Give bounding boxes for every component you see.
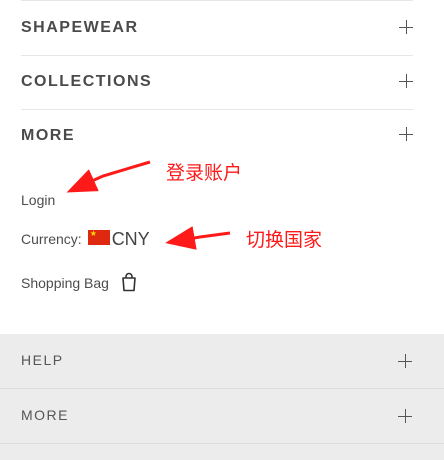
accordion-help[interactable]: HELP	[0, 334, 444, 389]
mobile-menu-panel: SHAPEWEAR COLLECTIONS MORE Login Currenc…	[0, 0, 444, 334]
accordion-label: HELP	[21, 352, 64, 368]
annotation-currency: 切换国家	[246, 230, 323, 251]
footer-menu: HELP MORE	[0, 334, 444, 460]
accordion-more-footer[interactable]: MORE	[0, 389, 444, 444]
plus-icon[interactable]	[398, 409, 412, 423]
arrow-to-login	[66, 160, 151, 193]
accordion-label: MORE	[21, 407, 69, 423]
arrow-to-currency	[165, 226, 231, 250]
annotation-login: 登录账户	[166, 163, 243, 184]
plus-icon[interactable]	[398, 354, 412, 368]
